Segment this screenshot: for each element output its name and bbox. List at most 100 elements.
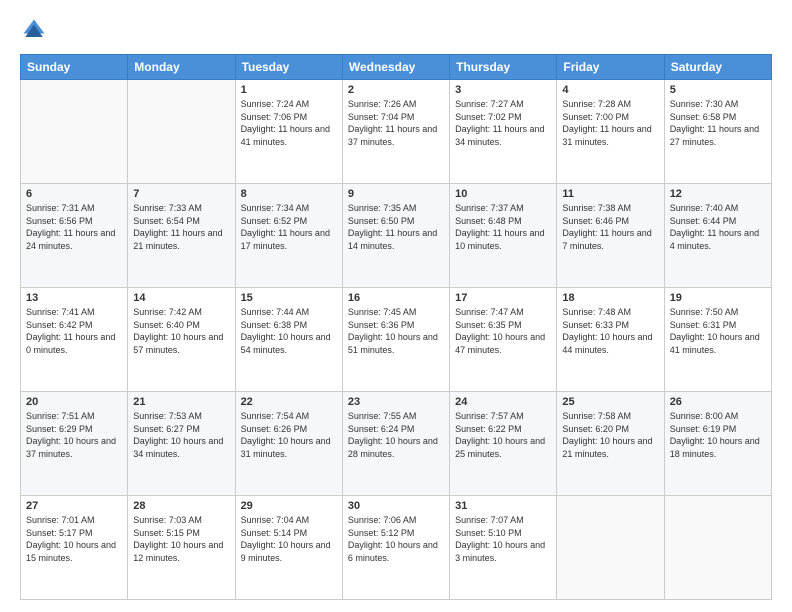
calendar-day-header: Tuesday xyxy=(235,55,342,80)
day-info: Sunrise: 7:33 AMSunset: 6:54 PMDaylight:… xyxy=(133,202,229,252)
day-number: 2 xyxy=(348,84,444,96)
calendar-cell: 24 Sunrise: 7:57 AMSunset: 6:22 PMDayligh… xyxy=(450,392,557,496)
calendar-day-header: Wednesday xyxy=(342,55,449,80)
day-number: 22 xyxy=(241,396,337,408)
day-number: 14 xyxy=(133,292,229,304)
calendar-cell: 20 Sunrise: 7:51 AMSunset: 6:29 PMDayligh… xyxy=(21,392,128,496)
day-number: 24 xyxy=(455,396,551,408)
day-number: 27 xyxy=(26,500,122,512)
calendar-cell: 4Sunrise: 7:28 AMSunset: 7:00 PMDaylight… xyxy=(557,80,664,184)
calendar-table: SundayMondayTuesdayWednesdayThursdayFrid… xyxy=(20,54,772,600)
day-info: Sunrise: 7:37 AMSunset: 6:48 PMDaylight:… xyxy=(455,202,551,252)
day-info: Sunrise: 7:47 AMSunset: 6:35 PMDaylight:… xyxy=(455,306,551,356)
day-info: Sunrise: 8:00 AMSunset: 6:19 PMDaylight:… xyxy=(670,410,766,460)
calendar-cell: 22 Sunrise: 7:54 AMSunset: 6:26 PMDayligh… xyxy=(235,392,342,496)
day-info: Sunrise: 7:27 AMSunset: 7:02 PMDaylight:… xyxy=(455,98,551,148)
calendar-cell: 9 Sunrise: 7:35 AMSunset: 6:50 PMDaylight… xyxy=(342,184,449,288)
day-number: 23 xyxy=(348,396,444,408)
calendar-cell: 11 Sunrise: 7:38 AMSunset: 6:46 PMDayligh… xyxy=(557,184,664,288)
day-info: Sunrise: 7:55 AMSunset: 6:24 PMDaylight:… xyxy=(348,410,444,460)
day-info: Sunrise: 7:54 AMSunset: 6:26 PMDaylight:… xyxy=(241,410,337,460)
day-number: 8 xyxy=(241,188,337,200)
calendar-cell: 28 Sunrise: 7:03 AMSunset: 5:15 PMDayligh… xyxy=(128,496,235,600)
day-info: Sunrise: 7:42 AMSunset: 6:40 PMDaylight:… xyxy=(133,306,229,356)
day-info: Sunrise: 7:58 AMSunset: 6:20 PMDaylight:… xyxy=(562,410,658,460)
day-number: 6 xyxy=(26,188,122,200)
calendar-cell: 23 Sunrise: 7:55 AMSunset: 6:24 PMDayligh… xyxy=(342,392,449,496)
calendar-cell: 27 Sunrise: 7:01 AMSunset: 5:17 PMDayligh… xyxy=(21,496,128,600)
day-info: Sunrise: 7:51 AMSunset: 6:29 PMDaylight:… xyxy=(26,410,122,460)
day-info: Sunrise: 7:38 AMSunset: 6:46 PMDaylight:… xyxy=(562,202,658,252)
calendar-cell: 3Sunrise: 7:27 AMSunset: 7:02 PMDaylight… xyxy=(450,80,557,184)
day-number: 9 xyxy=(348,188,444,200)
day-number: 26 xyxy=(670,396,766,408)
day-number: 29 xyxy=(241,500,337,512)
day-info: Sunrise: 7:07 AMSunset: 5:10 PMDaylight:… xyxy=(455,514,551,564)
day-info: Sunrise: 7:48 AMSunset: 6:33 PMDaylight:… xyxy=(562,306,658,356)
calendar-cell: 8 Sunrise: 7:34 AMSunset: 6:52 PMDaylight… xyxy=(235,184,342,288)
day-info: Sunrise: 7:26 AMSunset: 7:04 PMDaylight:… xyxy=(348,98,444,148)
day-number: 12 xyxy=(670,188,766,200)
day-number: 21 xyxy=(133,396,229,408)
calendar-cell: 30Sunrise: 7:06 AMSunset: 5:12 PMDayligh… xyxy=(342,496,449,600)
day-number: 25 xyxy=(562,396,658,408)
day-info: Sunrise: 7:24 AMSunset: 7:06 PMDaylight:… xyxy=(241,98,337,148)
day-info: Sunrise: 7:35 AMSunset: 6:50 PMDaylight:… xyxy=(348,202,444,252)
calendar-week-row: 1 Sunrise: 7:24 AMSunset: 7:06 PMDaylight… xyxy=(21,80,772,184)
day-info: Sunrise: 7:31 AMSunset: 6:56 PMDaylight:… xyxy=(26,202,122,252)
logo xyxy=(20,16,52,44)
day-number: 28 xyxy=(133,500,229,512)
day-number: 16 xyxy=(348,292,444,304)
calendar-day-header: Monday xyxy=(128,55,235,80)
calendar-day-header: Friday xyxy=(557,55,664,80)
day-number: 1 xyxy=(241,84,337,96)
calendar-cell: 7 Sunrise: 7:33 AMSunset: 6:54 PMDaylight… xyxy=(128,184,235,288)
day-number: 13 xyxy=(26,292,122,304)
day-number: 10 xyxy=(455,188,551,200)
page: SundayMondayTuesdayWednesdayThursdayFrid… xyxy=(0,0,792,612)
day-number: 7 xyxy=(133,188,229,200)
logo-icon xyxy=(20,16,48,44)
calendar-cell xyxy=(21,80,128,184)
calendar-week-row: 6 Sunrise: 7:31 AMSunset: 6:56 PMDaylight… xyxy=(21,184,772,288)
calendar-cell: 13 Sunrise: 7:41 AMSunset: 6:42 PMDayligh… xyxy=(21,288,128,392)
calendar-cell: 15Sunrise: 7:44 AMSunset: 6:38 PMDayligh… xyxy=(235,288,342,392)
day-number: 30 xyxy=(348,500,444,512)
day-info: Sunrise: 7:01 AMSunset: 5:17 PMDaylight:… xyxy=(26,514,122,564)
day-number: 11 xyxy=(562,188,658,200)
calendar-week-row: 13 Sunrise: 7:41 AMSunset: 6:42 PMDayligh… xyxy=(21,288,772,392)
calendar-cell: 19Sunrise: 7:50 AMSunset: 6:31 PMDayligh… xyxy=(664,288,771,392)
day-info: Sunrise: 7:57 AMSunset: 6:22 PMDaylight:… xyxy=(455,410,551,460)
calendar-cell xyxy=(557,496,664,600)
calendar-day-header: Sunday xyxy=(21,55,128,80)
calendar-day-header: Saturday xyxy=(664,55,771,80)
day-info: Sunrise: 7:03 AMSunset: 5:15 PMDaylight:… xyxy=(133,514,229,564)
calendar-cell: 1 Sunrise: 7:24 AMSunset: 7:06 PMDaylight… xyxy=(235,80,342,184)
calendar-cell: 6 Sunrise: 7:31 AMSunset: 6:56 PMDaylight… xyxy=(21,184,128,288)
day-number: 4 xyxy=(562,84,658,96)
day-number: 31 xyxy=(455,500,551,512)
calendar-cell: 2 Sunrise: 7:26 AMSunset: 7:04 PMDaylight… xyxy=(342,80,449,184)
calendar-cell: 16 Sunrise: 7:45 AMSunset: 6:36 PMDayligh… xyxy=(342,288,449,392)
day-number: 20 xyxy=(26,396,122,408)
day-info: Sunrise: 7:30 AMSunset: 6:58 PMDaylight:… xyxy=(670,98,766,148)
day-info: Sunrise: 7:34 AMSunset: 6:52 PMDaylight:… xyxy=(241,202,337,252)
calendar-week-row: 20 Sunrise: 7:51 AMSunset: 6:29 PMDayligh… xyxy=(21,392,772,496)
calendar-cell: 10 Sunrise: 7:37 AMSunset: 6:48 PMDayligh… xyxy=(450,184,557,288)
calendar-cell xyxy=(664,496,771,600)
header xyxy=(20,16,772,44)
day-info: Sunrise: 7:44 AMSunset: 6:38 PMDaylight:… xyxy=(241,306,337,356)
day-info: Sunrise: 7:53 AMSunset: 6:27 PMDaylight:… xyxy=(133,410,229,460)
day-number: 5 xyxy=(670,84,766,96)
day-info: Sunrise: 7:41 AMSunset: 6:42 PMDaylight:… xyxy=(26,306,122,356)
day-info: Sunrise: 7:45 AMSunset: 6:36 PMDaylight:… xyxy=(348,306,444,356)
calendar-cell: 21 Sunrise: 7:53 AMSunset: 6:27 PMDayligh… xyxy=(128,392,235,496)
calendar-header-row: SundayMondayTuesdayWednesdayThursdayFrid… xyxy=(21,55,772,80)
day-info: Sunrise: 7:04 AMSunset: 5:14 PMDaylight:… xyxy=(241,514,337,564)
calendar-cell: 29 Sunrise: 7:04 AMSunset: 5:14 PMDayligh… xyxy=(235,496,342,600)
calendar-cell: 5 Sunrise: 7:30 AMSunset: 6:58 PMDaylight… xyxy=(664,80,771,184)
calendar-cell: 12 Sunrise: 7:40 AMSunset: 6:44 PMDayligh… xyxy=(664,184,771,288)
calendar-cell: 17Sunrise: 7:47 AMSunset: 6:35 PMDayligh… xyxy=(450,288,557,392)
day-info: Sunrise: 7:40 AMSunset: 6:44 PMDaylight:… xyxy=(670,202,766,252)
day-number: 18 xyxy=(562,292,658,304)
